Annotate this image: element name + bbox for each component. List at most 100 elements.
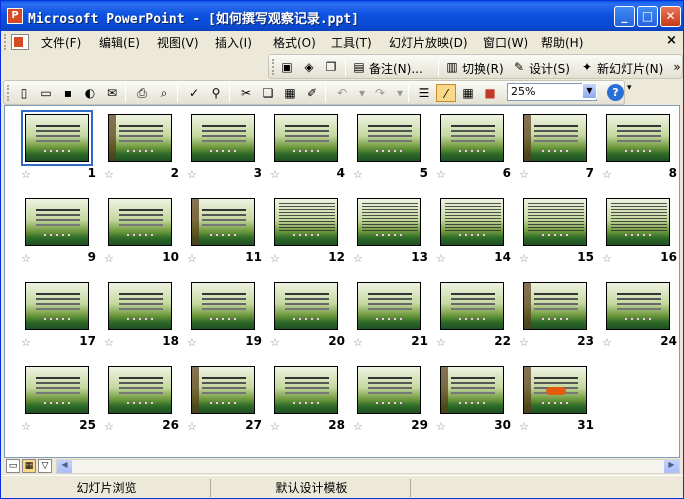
maximize-button[interactable]: □ (637, 6, 658, 27)
slide-thumbnail[interactable]: ☆ 4 (268, 108, 351, 191)
toolbar-options-icon[interactable]: ▾ (627, 83, 632, 93)
slide-preview[interactable] (440, 282, 504, 330)
slide-preview[interactable] (523, 282, 587, 330)
transition-star-icon[interactable]: ☆ (21, 420, 31, 433)
slide-preview[interactable] (606, 114, 670, 162)
slide-thumbnail[interactable]: ☆ 5 (351, 108, 434, 191)
new-slide-button[interactable]: 新幻灯片(N) (597, 60, 663, 77)
slide-preview[interactable] (440, 114, 504, 162)
menubar-grip[interactable] (4, 34, 8, 50)
new-icon[interactable]: ▯ (14, 84, 34, 102)
slide-preview[interactable] (191, 114, 255, 162)
permission-icon[interactable]: ◐ (80, 84, 100, 102)
undo-icon[interactable]: ↶ (332, 84, 352, 102)
transition-star-icon[interactable]: ☆ (21, 168, 31, 181)
slide-thumbnail[interactable]: ☆ 8 (600, 108, 683, 191)
slide-preview[interactable] (523, 366, 587, 414)
new-slide-icon[interactable]: ✦ (577, 58, 597, 76)
transition-star-icon[interactable]: ☆ (519, 420, 529, 433)
transition-star-icon[interactable]: ☆ (21, 336, 31, 349)
transition-star-icon[interactable]: ☆ (519, 252, 529, 265)
format-painter-icon[interactable]: ✐ (302, 84, 322, 102)
transition-star-icon[interactable]: ☆ (187, 168, 197, 181)
expand-all-icon[interactable]: ☰ (414, 84, 434, 102)
powerpoint-app-icon[interactable]: P (7, 8, 23, 24)
transition-star-icon[interactable]: ☆ (519, 168, 529, 181)
slide-preview[interactable] (523, 114, 587, 162)
transition-star-icon[interactable]: ☆ (187, 420, 197, 433)
design-button[interactable]: 设计(S) (529, 60, 570, 77)
slide-thumbnail[interactable]: ☆ 31 (517, 360, 600, 443)
transition-star-icon[interactable]: ☆ (602, 336, 612, 349)
transition-star-icon[interactable]: ☆ (436, 336, 446, 349)
minimize-button[interactable]: _ (614, 6, 635, 27)
transition-star-icon[interactable]: ☆ (270, 252, 280, 265)
transition-star-icon[interactable]: ☆ (104, 420, 114, 433)
slide-preview[interactable] (357, 366, 421, 414)
notes-icon[interactable]: ▤ (349, 58, 369, 76)
slide-preview[interactable] (25, 366, 89, 414)
slide-thumbnail[interactable]: ☆ 3 (185, 108, 268, 191)
slide-preview[interactable] (191, 198, 255, 246)
hide-slide-icon[interactable]: ▣ (277, 58, 297, 76)
slide-preview[interactable] (21, 110, 93, 166)
menu-slideshow[interactable]: 幻灯片放映(D) (389, 34, 468, 51)
slide-thumbnail[interactable]: ☆ 19 (185, 276, 268, 359)
grid-icon[interactable]: ▦ (458, 84, 478, 102)
slide-show-view-icon[interactable]: ▽ (38, 459, 52, 473)
slide-preview[interactable] (108, 366, 172, 414)
transition-star-icon[interactable]: ☆ (436, 252, 446, 265)
research-icon[interactable]: ⚲ (206, 84, 226, 102)
slide-thumbnail[interactable]: ☆ 20 (268, 276, 351, 359)
document-icon[interactable] (11, 34, 29, 50)
transition-button[interactable]: 切换(R) (462, 60, 504, 77)
transition-star-icon[interactable]: ☆ (353, 420, 363, 433)
menu-format[interactable]: 格式(O) (273, 34, 316, 51)
slide-preview[interactable] (274, 198, 338, 246)
close-document-button[interactable]: × (666, 33, 677, 48)
slide-preview[interactable] (25, 282, 89, 330)
transition-star-icon[interactable]: ☆ (104, 336, 114, 349)
help-icon[interactable]: ? (607, 84, 624, 101)
transition-star-icon[interactable]: ☆ (270, 336, 280, 349)
menu-help[interactable]: 帮助(H) (541, 34, 583, 51)
horizontal-scrollbar[interactable]: ◀ ▶ (56, 459, 680, 474)
menu-insert[interactable]: 插入(I) (215, 34, 252, 51)
save-icon[interactable]: ▪ (58, 84, 78, 102)
title-bar[interactable]: P Microsoft PowerPoint - [如何撰写观察记录.ppt] … (1, 1, 683, 31)
transition-icon[interactable]: ▥ (442, 58, 462, 76)
close-button[interactable]: ✕ (660, 6, 681, 27)
transition-star-icon[interactable]: ☆ (519, 336, 529, 349)
slide-thumbnail[interactable]: ☆ 27 (185, 360, 268, 443)
slide-thumbnail[interactable]: ☆ 6 (434, 108, 517, 191)
transition-star-icon[interactable]: ☆ (353, 336, 363, 349)
slide-thumbnail[interactable]: ☆ 14 (434, 192, 517, 275)
slide-thumbnail[interactable]: ☆ 21 (351, 276, 434, 359)
copy-icon[interactable]: ❏ (258, 84, 278, 102)
slide-preview[interactable] (108, 198, 172, 246)
transition-star-icon[interactable]: ☆ (602, 252, 612, 265)
slide-thumbnail[interactable]: ☆ 23 (517, 276, 600, 359)
transition-star-icon[interactable]: ☆ (270, 420, 280, 433)
slide-thumbnail[interactable]: ☆ 12 (268, 192, 351, 275)
normal-view-icon[interactable]: ▭ (6, 459, 20, 473)
slide-preview[interactable] (108, 282, 172, 330)
slide-preview[interactable] (440, 366, 504, 414)
slide-thumbnail[interactable]: ☆ 17 (19, 276, 102, 359)
summary-slide-icon[interactable]: ◈ (299, 58, 319, 76)
transition-star-icon[interactable]: ☆ (602, 168, 612, 181)
slide-preview[interactable] (357, 114, 421, 162)
menu-window[interactable]: 窗口(W) (483, 34, 528, 51)
spelling-icon[interactable]: ✓ (184, 84, 204, 102)
slide-preview[interactable] (606, 198, 670, 246)
slide-sorter-view-icon[interactable]: ▦ (22, 459, 36, 473)
transition-star-icon[interactable]: ☆ (353, 168, 363, 181)
show-formatting-toggle-icon[interactable]: ⁄ (436, 84, 456, 102)
transition-star-icon[interactable]: ☆ (436, 420, 446, 433)
slide-thumbnail[interactable]: ☆ 28 (268, 360, 351, 443)
print-icon[interactable]: ⎙ (132, 84, 152, 102)
slide-preview[interactable] (523, 198, 587, 246)
slide-thumbnail[interactable]: ☆ 10 (102, 192, 185, 275)
zoom-dropdown-arrow-icon[interactable]: ▼ (582, 83, 597, 99)
slide-thumbnail[interactable]: ☆ 11 (185, 192, 268, 275)
